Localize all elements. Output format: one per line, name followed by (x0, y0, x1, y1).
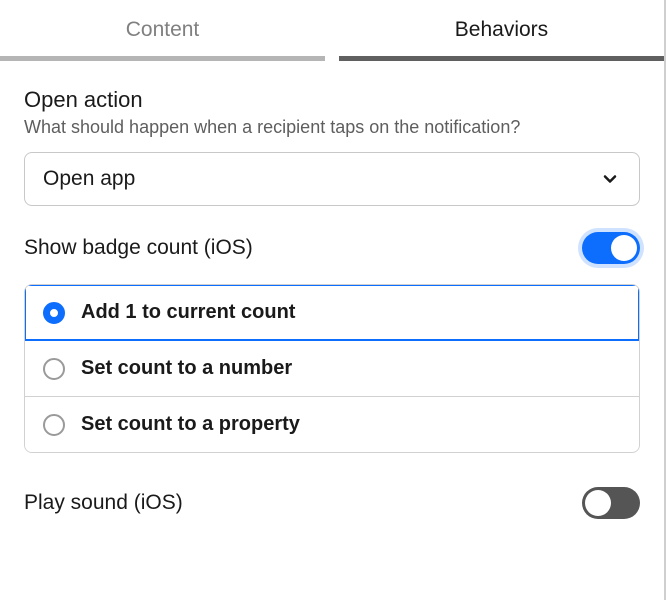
badge-count-label: Show badge count (iOS) (24, 236, 253, 260)
play-sound-label: Play sound (iOS) (24, 491, 183, 515)
play-sound-toggle[interactable] (582, 487, 640, 519)
open-action-section: Open action What should happen when a re… (0, 61, 664, 206)
toggle-knob (611, 235, 637, 261)
badge-count-row: Show badge count (iOS) (0, 206, 664, 278)
toggle-knob (585, 490, 611, 516)
play-sound-row: Play sound (iOS) (0, 453, 664, 533)
open-action-title: Open action (24, 87, 640, 113)
badge-option-set-property[interactable]: Set count to a property (25, 396, 639, 452)
badge-count-toggle[interactable] (582, 232, 640, 264)
chevron-down-icon (599, 168, 621, 190)
tab-bar: Content Behaviors (0, 0, 664, 61)
badge-option-add-one[interactable]: Add 1 to current count (25, 285, 639, 340)
open-action-description: What should happen when a recipient taps… (24, 117, 640, 138)
tab-content[interactable]: Content (0, 0, 325, 61)
radio-icon (43, 414, 65, 436)
badge-option-set-number[interactable]: Set count to a number (25, 340, 639, 396)
tab-behaviors[interactable]: Behaviors (339, 0, 664, 61)
badge-option-label: Set count to a property (81, 413, 300, 436)
radio-icon (43, 358, 65, 380)
settings-panel: Content Behaviors Open action What shoul… (0, 0, 666, 600)
open-action-select[interactable]: Open app (24, 152, 640, 206)
open-action-selected-value: Open app (43, 167, 135, 191)
badge-options-list: Add 1 to current count Set count to a nu… (24, 284, 640, 453)
badge-option-label: Set count to a number (81, 357, 292, 380)
radio-icon (43, 302, 65, 324)
badge-option-label: Add 1 to current count (81, 301, 295, 324)
